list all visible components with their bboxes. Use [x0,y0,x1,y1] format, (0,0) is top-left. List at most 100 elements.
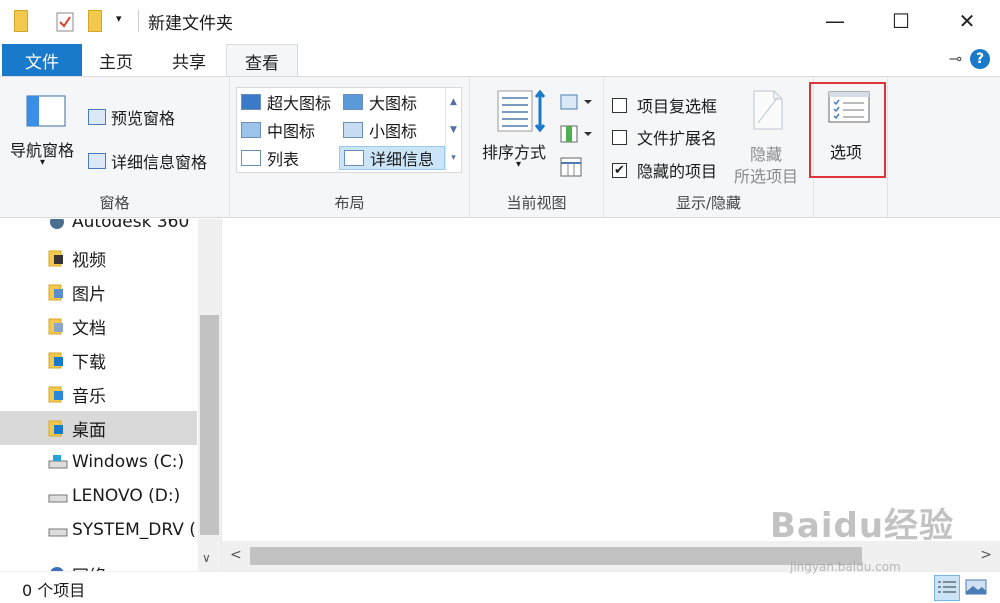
file-extensions-toggle[interactable]: 文件扩展名 [612,125,717,149]
item-checkboxes-checkbox[interactable] [612,97,627,113]
preview-pane-button[interactable]: 预览窗格 [88,105,175,129]
tab-share[interactable]: 共享 [156,44,222,76]
scroll-down-icon[interactable]: ∨ [202,551,211,565]
nav-item[interactable]: LENOVO (D:) [0,479,197,513]
nav-item[interactable]: Windows (C:) [0,445,197,479]
hide-selected-icon [752,89,784,135]
tab-home[interactable]: 主页 [84,44,148,76]
downloads-folder-icon [48,351,66,369]
sort-by-button[interactable]: 排序方式 [482,139,546,163]
nav-item[interactable]: 图片 [0,275,197,309]
pin-ribbon-icon[interactable]: ⊸ [949,49,962,68]
file-extensions-checkbox[interactable] [612,129,627,145]
hide-selected-button[interactable]: 所选项目 [734,163,798,187]
nav-item-label: Windows (C:) [72,452,185,472]
nav-item-label: LENOVO (D:) [72,486,181,506]
videos-folder-icon [48,249,66,267]
nav-item-label: 视频 [72,250,106,271]
extra-large-icons-icon [241,94,261,110]
panes-group-label: 窗格 [99,194,130,212]
show-hide-group-label: 显示/隐藏 [675,194,742,212]
nav-scrollbar[interactable]: ∨ [198,219,221,571]
navigation-pane-icon [26,95,66,127]
layout-details[interactable]: 详细信息 [339,146,445,170]
preview-pane-icon [88,109,106,125]
horizontal-scrollbar-thumb[interactable] [250,547,862,565]
chevron-down-icon[interactable]: ▾ [40,157,45,168]
details-pane-button[interactable]: 详细信息窗格 [88,149,207,173]
scroll-right-icon[interactable]: > [980,547,992,563]
nav-scrollbar-thumb[interactable] [200,315,219,535]
hidden-items-checkbox[interactable]: ✔ [612,162,627,178]
item-checkboxes-toggle[interactable]: 项目复选框 [612,93,717,117]
ribbon-tabs: 文件 主页 共享 查看 ⊸ ? [0,42,1000,77]
scroll-down-icon: ▼ [450,125,457,135]
pictures-folder-icon [48,283,66,301]
baidu-watermark-url: jingyan.baidu.com [790,560,901,574]
window-title: 新建文件夹 [148,14,233,34]
layout-large-icons[interactable]: 大图标 [339,90,417,114]
scroll-up-icon: ▲ [450,97,457,107]
nav-item[interactable]: 网络 [0,557,197,571]
details-pane-icon [88,153,106,169]
customize-quick-access-icon[interactable]: ▾ [116,12,122,25]
nav-item-label: 下载 [72,352,106,373]
list-icon [241,150,261,166]
add-columns-button[interactable] [560,125,592,147]
nav-item-label: 音乐 [72,386,106,407]
layout-list[interactable]: 列表 [237,146,299,170]
size-columns-icon[interactable] [560,157,582,181]
layout-group-label: 布局 [334,194,365,212]
properties-icon[interactable] [56,12,74,32]
sort-by-icon [496,89,548,137]
details-view-icon [938,581,956,593]
nav-item[interactable]: 视频 [0,241,197,275]
layout-small-icons[interactable]: 小图标 [339,118,417,142]
nav-item[interactable]: Autodesk 360 [0,219,197,239]
close-button[interactable]: ✕ [934,0,1000,42]
layout-gallery-scroll[interactable]: ▲ ▼ ▾ [445,88,461,172]
file-list-area[interactable] [222,219,1000,541]
group-by-button[interactable] [560,93,592,115]
nav-item[interactable]: 音乐 [0,377,197,411]
hidden-items-toggle[interactable]: ✔ 隐藏的项目 [612,158,717,182]
windows-drive-icon [48,453,68,471]
nav-item-label: SYSTEM_DRV (E [72,520,197,540]
show-hide-group: 项目复选框 文件扩展名 ✔ 隐藏的项目 隐藏 所选项目 显示/隐藏 [604,77,814,217]
help-icon[interactable]: ? [970,49,990,69]
hide-selected-line1: 隐藏 [750,145,783,164]
nav-item[interactable]: 下载 [0,343,197,377]
layout-medium-icons[interactable]: 中图标 [237,118,315,142]
medium-icons-icon [241,122,261,138]
autodesk-icon [48,219,66,231]
maximize-button[interactable]: ☐ [868,0,934,42]
current-view-group: 排序方式 ▾ 当前视图 [470,77,604,217]
navigation-pane: 网络 SYSTEM_DRV (E LENOVO (D:) Windows (C:) 桌面… [0,219,222,571]
nav-item-label: 文档 [72,318,106,339]
minimize-button[interactable]: — [802,0,868,42]
nav-item-label: 网络 [72,562,106,572]
tab-view[interactable]: 查看 [226,44,298,77]
new-folder-icon[interactable] [88,10,102,32]
current-view-group-label: 当前视图 [506,194,567,212]
status-bar: 0 个项目 [0,571,1000,603]
options-highlight [809,82,886,178]
small-icons-icon [343,122,363,138]
chevron-down-icon[interactable]: ▾ [516,159,521,170]
nav-item[interactable]: 文档 [0,309,197,343]
baidu-watermark: Baidu经验 [770,506,955,546]
nav-item[interactable]: 桌面 [0,411,197,445]
scroll-left-icon[interactable]: < [230,547,242,563]
nav-item[interactable]: SYSTEM_DRV (E [0,513,197,547]
nav-item-label: Autodesk 360 [72,219,190,232]
drive-icon [48,521,68,539]
nav-item-label: 桌面 [72,420,106,441]
layout-gallery: 超大图标 大图标 中图标 小图标 列表 详细信息 ▲ ▼ ▾ [236,87,462,173]
details-view-button[interactable] [934,575,960,601]
large-icons-view-button[interactable] [964,575,990,601]
details-icon [344,150,364,166]
layout-extra-large-icons[interactable]: 超大图标 [237,90,331,114]
tab-file[interactable]: 文件 [2,44,82,76]
large-icons-view-icon [965,579,987,595]
folder-icon [14,10,28,32]
